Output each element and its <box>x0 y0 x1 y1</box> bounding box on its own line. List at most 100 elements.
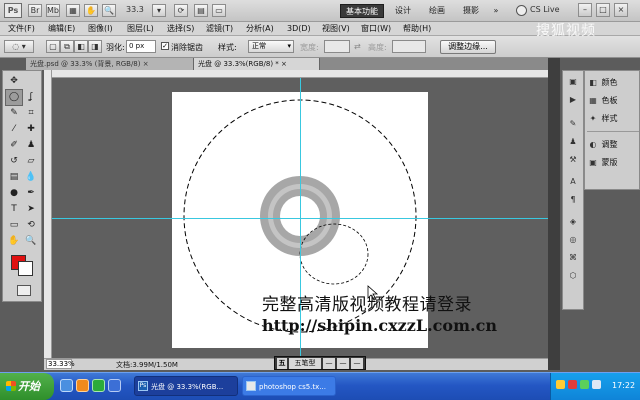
path-selection-tool-icon[interactable]: ➤ <box>23 202 39 217</box>
height-input[interactable] <box>392 40 426 53</box>
clone-source-panel-icon[interactable]: ♟ <box>566 135 580 148</box>
zoom-icon[interactable]: 🔍 <box>102 4 116 17</box>
quicklaunch-browser-icon[interactable] <box>92 379 105 392</box>
shape-tool-icon[interactable]: ▭ <box>6 218 22 233</box>
guides-icon[interactable]: ▦ <box>66 4 80 17</box>
zoom-tool-icon[interactable]: 🔍 <box>23 234 39 249</box>
ime-btn-3[interactable]: — <box>351 358 363 369</box>
menu-select[interactable]: 选择(S) <box>167 23 194 35</box>
document-size-info[interactable]: 文档:3.99M/1.50M <box>116 360 178 370</box>
quicklaunch-explorer-icon[interactable] <box>108 379 121 392</box>
workspace-design[interactable]: 设计 <box>388 4 418 18</box>
tray-icon-2[interactable] <box>568 380 577 389</box>
elliptical-marquee-tool-icon[interactable]: ◯ <box>5 89 23 106</box>
crop-tool-icon[interactable]: ⌗ <box>23 106 39 121</box>
menu-edit[interactable]: 编辑(E) <box>48 23 75 35</box>
workspace-painting[interactable]: 绘画 <box>422 4 452 18</box>
quick-mask-icon[interactable] <box>17 285 31 296</box>
width-input[interactable] <box>324 40 350 53</box>
eraser-tool-icon[interactable]: ▱ <box>23 154 39 169</box>
workspace-essentials[interactable]: 基本功能 <box>340 4 384 18</box>
history-panel-icon[interactable]: ▣ <box>566 75 580 88</box>
bridge-icon[interactable]: Br <box>28 4 42 17</box>
tab-document-2[interactable]: 光盘 @ 33.3%(RGB/8) * × <box>194 58 320 70</box>
style-select[interactable]: 正常 ▾ <box>248 40 294 53</box>
quicklaunch-media-icon[interactable] <box>76 379 89 392</box>
workspace-photography[interactable]: 摄影 <box>456 4 486 18</box>
menu-layer[interactable]: 图层(L) <box>127 23 154 35</box>
adjustments-panel-button[interactable]: ◐ 调整 <box>587 137 639 153</box>
ime-logo-icon[interactable]: 五 <box>277 358 287 369</box>
actions-panel-icon[interactable]: ▶ <box>566 93 580 106</box>
refine-edge-button[interactable]: 调整边缘... <box>440 40 496 54</box>
add-selection-icon[interactable]: ⧉ <box>60 40 74 53</box>
new-selection-icon[interactable]: ▢ <box>46 40 60 53</box>
tab-close-icon[interactable]: × <box>281 60 287 68</box>
status-zoom-field[interactable]: 33.33% <box>46 359 75 369</box>
tab-document-1[interactable]: 光盘.psd @ 33.3% (背景, RGB/8) × <box>26 58 194 70</box>
menu-file[interactable]: 文件(F) <box>8 23 35 35</box>
move-tool-icon[interactable]: ✥ <box>6 74 22 89</box>
menu-image[interactable]: 图像(I) <box>88 23 113 35</box>
zoom-level[interactable]: 33.3 <box>126 5 150 14</box>
blur-tool-icon[interactable]: 💧 <box>23 170 39 185</box>
menu-filter[interactable]: 滤镜(T) <box>206 23 233 35</box>
antialias-checkbox[interactable]: ✓ <box>161 42 169 50</box>
close-button[interactable]: × <box>614 3 628 17</box>
task-photoshop[interactable]: 光盘 @ 33.3%(RGB... <box>134 376 238 396</box>
tool-preset-picker[interactable]: ◌ ▾ <box>4 40 34 53</box>
vertical-ruler[interactable] <box>44 70 52 358</box>
gradient-tool-icon[interactable]: ▤ <box>6 170 22 185</box>
type-tool-icon[interactable]: T <box>6 202 22 217</box>
swap-dimensions-icon[interactable]: ⇄ <box>354 42 361 51</box>
subtract-selection-icon[interactable]: ◧ <box>74 40 88 53</box>
channels-panel-icon[interactable]: ◎ <box>566 233 580 246</box>
menu-help[interactable]: 帮助(H) <box>403 23 431 35</box>
rotate-view-icon[interactable]: ⟳ <box>174 4 188 17</box>
menu-window[interactable]: 窗口(W) <box>361 23 391 35</box>
tray-icon-4[interactable] <box>592 380 601 389</box>
history-brush-tool-icon[interactable]: ↺ <box>6 154 22 169</box>
intersect-selection-icon[interactable]: ◨ <box>88 40 102 53</box>
tab-close-icon[interactable]: × <box>143 60 149 68</box>
dodge-tool-icon[interactable]: ● <box>6 186 22 201</box>
tool-presets-panel-icon[interactable]: ⚒ <box>566 153 580 166</box>
3d-rotate-tool-icon[interactable]: ⟲ <box>23 218 39 233</box>
lasso-tool-icon[interactable]: ʆ <box>23 90 39 105</box>
healing-brush-tool-icon[interactable]: ✚ <box>23 122 39 137</box>
character-panel-icon[interactable]: A <box>566 175 580 188</box>
styles-panel-button[interactable]: ✦ 样式 <box>587 111 639 127</box>
cs-live-label[interactable]: CS Live <box>530 5 560 14</box>
quicklaunch-desktop-icon[interactable] <box>60 379 73 392</box>
swatches-panel-button[interactable]: ▦ 色板 <box>587 93 639 109</box>
3d-panel-icon[interactable]: ⬡ <box>566 269 580 282</box>
pen-tool-icon[interactable]: ✒ <box>23 186 39 201</box>
menu-view[interactable]: 视图(V) <box>322 23 350 35</box>
layers-panel-icon[interactable]: ◈ <box>566 215 580 228</box>
workspace-more[interactable]: » <box>490 4 502 18</box>
brush-panel-icon[interactable]: ✎ <box>566 117 580 130</box>
hand-icon[interactable]: ✋ <box>84 4 98 17</box>
brush-tool-icon[interactable]: ✐ <box>6 138 22 153</box>
ime-mode-label[interactable]: 五笔型 <box>289 358 321 369</box>
color-panel-button[interactable]: ◧ 颜色 <box>587 75 639 91</box>
tray-icon-1[interactable] <box>556 380 565 389</box>
minibridge-icon[interactable]: Mb <box>46 4 60 17</box>
screen-mode-icon[interactable]: ▭ <box>212 4 226 17</box>
eyedropper-tool-icon[interactable]: ⁄ <box>6 122 22 137</box>
tray-icon-3[interactable] <box>580 380 589 389</box>
masks-panel-button[interactable]: ▣ 蒙版 <box>587 155 639 171</box>
hand-tool-icon[interactable]: ✋ <box>6 234 22 249</box>
clone-stamp-tool-icon[interactable]: ♟ <box>23 138 39 153</box>
horizontal-ruler[interactable] <box>44 70 548 78</box>
maximize-button[interactable]: □ <box>596 3 610 17</box>
ime-btn-2[interactable]: — <box>337 358 349 369</box>
menu-3d[interactable]: 3D(D) <box>287 23 311 35</box>
minimize-button[interactable]: – <box>578 3 592 17</box>
background-color-swatch[interactable] <box>18 261 33 276</box>
task-notepad[interactable]: photoshop cs5.tx... <box>242 376 336 396</box>
menu-analysis[interactable]: 分析(A) <box>246 23 274 35</box>
arrange-documents-icon[interactable]: ▤ <box>194 4 208 17</box>
feather-input[interactable]: 0 px <box>126 40 156 53</box>
paths-panel-icon[interactable]: ⌘ <box>566 251 580 264</box>
